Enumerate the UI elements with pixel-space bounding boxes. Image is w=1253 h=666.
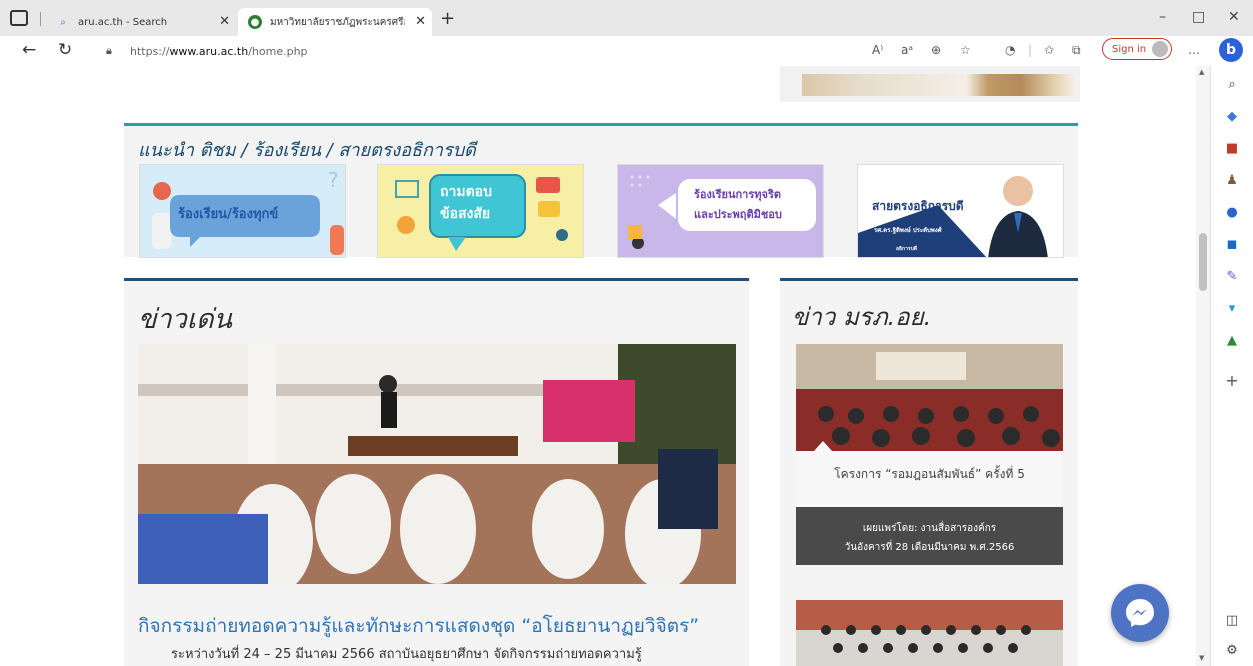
top-banner <box>780 66 1080 102</box>
highlight-summary: ระหว่างวันที่ 24 – 25 มีนาคม 2566 สถาบัน… <box>171 647 642 662</box>
read-aloud-icon[interactable]: A⁾ <box>872 43 883 57</box>
lock-icon: 🔒︎ <box>106 44 112 57</box>
games-icon[interactable]: ♟ <box>1224 172 1240 188</box>
search-icon: ⌕ <box>60 16 66 28</box>
url-host: www.aru.ac.th <box>169 44 249 58</box>
refresh-icon[interactable]: ↻ <box>58 40 72 60</box>
browser-window: ⌕ aru.ac.th - Search ✕ ● มหาวิทยาลัยราชภ… <box>0 0 1253 666</box>
news-publisher: เผยแพร่โดย: งานสื่อสารองค์กร <box>862 523 997 534</box>
tab-university[interactable]: ● มหาวิทยาลัยราชภัฏพระนครศรีอยุธยา ✕ <box>238 8 432 36</box>
sign-in-label: Sign in <box>1112 43 1147 55</box>
page-content: แนะนำ ติชม / ร้องเรียน / สายตรงอธิการบดี… <box>0 66 1196 666</box>
bing-icon[interactable]: b <box>1219 38 1243 62</box>
toolbar-divider: | <box>1028 43 1033 57</box>
restore-icon[interactable]: □ <box>1192 9 1205 25</box>
messenger-icon <box>1126 599 1154 627</box>
auditorium-photo <box>796 344 1063 451</box>
url-field[interactable]: 🔒︎ https://www.aru.ac.th/home.php <box>96 38 986 64</box>
sidebar-toggle-icon[interactable]: ◫ <box>1224 612 1240 628</box>
tab-title: มหาวิทยาลัยราชภัฏพระนครศรีอยุธยา <box>270 16 405 28</box>
card-label: สายตรงอธิการบดี <box>872 199 964 213</box>
university-logo-icon: ● <box>248 15 262 29</box>
faq-card[interactable]: ถามตอบ ข้อสงสัย <box>377 164 584 258</box>
event-photo <box>138 344 736 584</box>
president-role: อธิการบดี <box>896 246 917 252</box>
tools-icon[interactable]: ■ <box>1224 140 1240 156</box>
close-window-icon[interactable]: ✕ <box>1228 9 1240 25</box>
president-hotline-card[interactable]: สายตรงอธิการบดี รศ.ดร.ฐิติพงษ์ ประดับพงศ… <box>857 164 1064 258</box>
favorites-icon[interactable]: ✩ <box>1044 43 1054 57</box>
back-icon[interactable]: ← <box>22 40 36 60</box>
president-name: รศ.ดร.ฐิติพงษ์ ประดับพงศ์ <box>874 227 942 234</box>
card-label-line1: ร้องเรียนการทุจริต <box>694 188 782 201</box>
news-meta: เผยแพร่โดย: งานสื่อสารองค์กร วันอังคารที… <box>796 507 1063 565</box>
tab-actions-icon[interactable] <box>10 10 28 26</box>
extensions-icon[interactable]: ◔ <box>1005 43 1015 57</box>
zoom-icon[interactable]: ⊕ <box>931 43 941 57</box>
shopping-tag-icon[interactable]: ◆ <box>1224 108 1240 124</box>
highlight-title-link[interactable]: กิจกรรมถ่ายทอดความรู้และทักษะการแสดงชุด … <box>138 611 738 641</box>
avatar <box>1152 41 1168 57</box>
office-icon[interactable]: ● <box>1224 204 1240 220</box>
group-photo <box>796 600 1063 666</box>
banner-image <box>802 74 1076 96</box>
scroll-up-icon[interactable]: ▲ <box>1199 68 1204 76</box>
university-news-section: ข่าว มรภ.อย. โครงการ “รอมฎอนสัมพันธ์” คร… <box>780 278 1078 666</box>
favorite-icon[interactable]: ☆ <box>960 43 971 57</box>
section-heading: ข่าวเด่น <box>138 304 232 335</box>
tree-icon[interactable]: ▲ <box>1224 332 1240 348</box>
card-label-line2: และประพฤติมิชอบ <box>694 208 782 221</box>
tab-search[interactable]: ⌕ aru.ac.th - Search ✕ <box>46 8 236 36</box>
search-icon[interactable]: ⌕ <box>1224 76 1240 92</box>
news-photo[interactable] <box>796 344 1063 451</box>
tab-title: aru.ac.th - Search <box>78 16 168 28</box>
card-label: ร้องเรียน/ร้องทุกข์ <box>178 207 279 222</box>
tab-bar: ⌕ aru.ac.th - Search ✕ ● มหาวิทยาลัยราชภ… <box>0 0 1253 36</box>
card-label-line2: ข้อสงสัย <box>440 206 491 222</box>
highlight-photo[interactable] <box>138 344 736 584</box>
sign-in-button[interactable]: Sign in <box>1102 38 1172 60</box>
page-scrollbar[interactable]: ▲ ▼ <box>1196 66 1210 666</box>
translate-icon[interactable]: aᵃ <box>901 43 913 57</box>
outlook-icon[interactable]: ◼ <box>1224 236 1240 252</box>
section-title: แนะนำ ติชม / ร้องเรียน / สายตรงอธิการบดี <box>138 140 476 161</box>
card-label-line1: ถามตอบ <box>440 184 492 200</box>
highlight-news-section: ข่าวเด่น กิจกรรมถ่ายทอดความรู้และทักษะกา… <box>124 278 749 666</box>
new-tab-icon[interactable]: + <box>440 8 455 29</box>
add-icon[interactable]: + <box>1224 371 1240 390</box>
edge-sidebar: ⌕ ◆ ■ ♟ ● ◼ ✎ ▾ ▲ + ◫ ⚙ <box>1210 66 1253 666</box>
drop-icon[interactable]: ▾ <box>1224 300 1240 316</box>
complaint-card[interactable]: ? ร้องเรียน/ร้องทุกข์ <box>139 164 346 258</box>
settings-icon[interactable]: ⚙ <box>1224 642 1240 658</box>
divider <box>40 12 41 26</box>
news-date: วันอังคารที่ 28 เดือนมีนาคม พ.ศ.2566 <box>844 542 1015 553</box>
close-tab-icon[interactable]: ✕ <box>219 14 230 29</box>
minimize-icon[interactable]: – <box>1159 9 1166 25</box>
more-icon[interactable]: … <box>1188 43 1200 57</box>
url-path: /home.php <box>248 44 308 58</box>
news-photo[interactable] <box>796 600 1063 666</box>
scroll-thumb[interactable] <box>1199 233 1207 291</box>
messenger-chat-button[interactable] <box>1111 584 1169 642</box>
svg-text:?: ? <box>328 168 339 192</box>
section-heading: ข่าว มรภ.อย. <box>792 303 932 331</box>
designer-icon[interactable]: ✎ <box>1224 268 1240 284</box>
scroll-down-icon[interactable]: ▼ <box>1199 654 1204 662</box>
close-tab-icon[interactable]: ✕ <box>415 14 426 29</box>
collections-icon[interactable]: ⧉ <box>1072 43 1081 58</box>
corruption-report-card[interactable]: ร้องเรียนการทุจริต และประพฤติมิชอบ <box>617 164 824 258</box>
address-bar: ← ↻ 🔒︎ https://www.aru.ac.th/home.php A⁾… <box>0 36 1253 66</box>
news-caption[interactable]: โครงการ “รอมฎอนสัมพันธ์” ครั้งที่ 5 <box>796 451 1063 507</box>
recommend-section: แนะนำ ติชม / ร้องเรียน / สายตรงอธิการบดี… <box>124 123 1078 258</box>
url-protocol: https:// <box>130 44 170 58</box>
